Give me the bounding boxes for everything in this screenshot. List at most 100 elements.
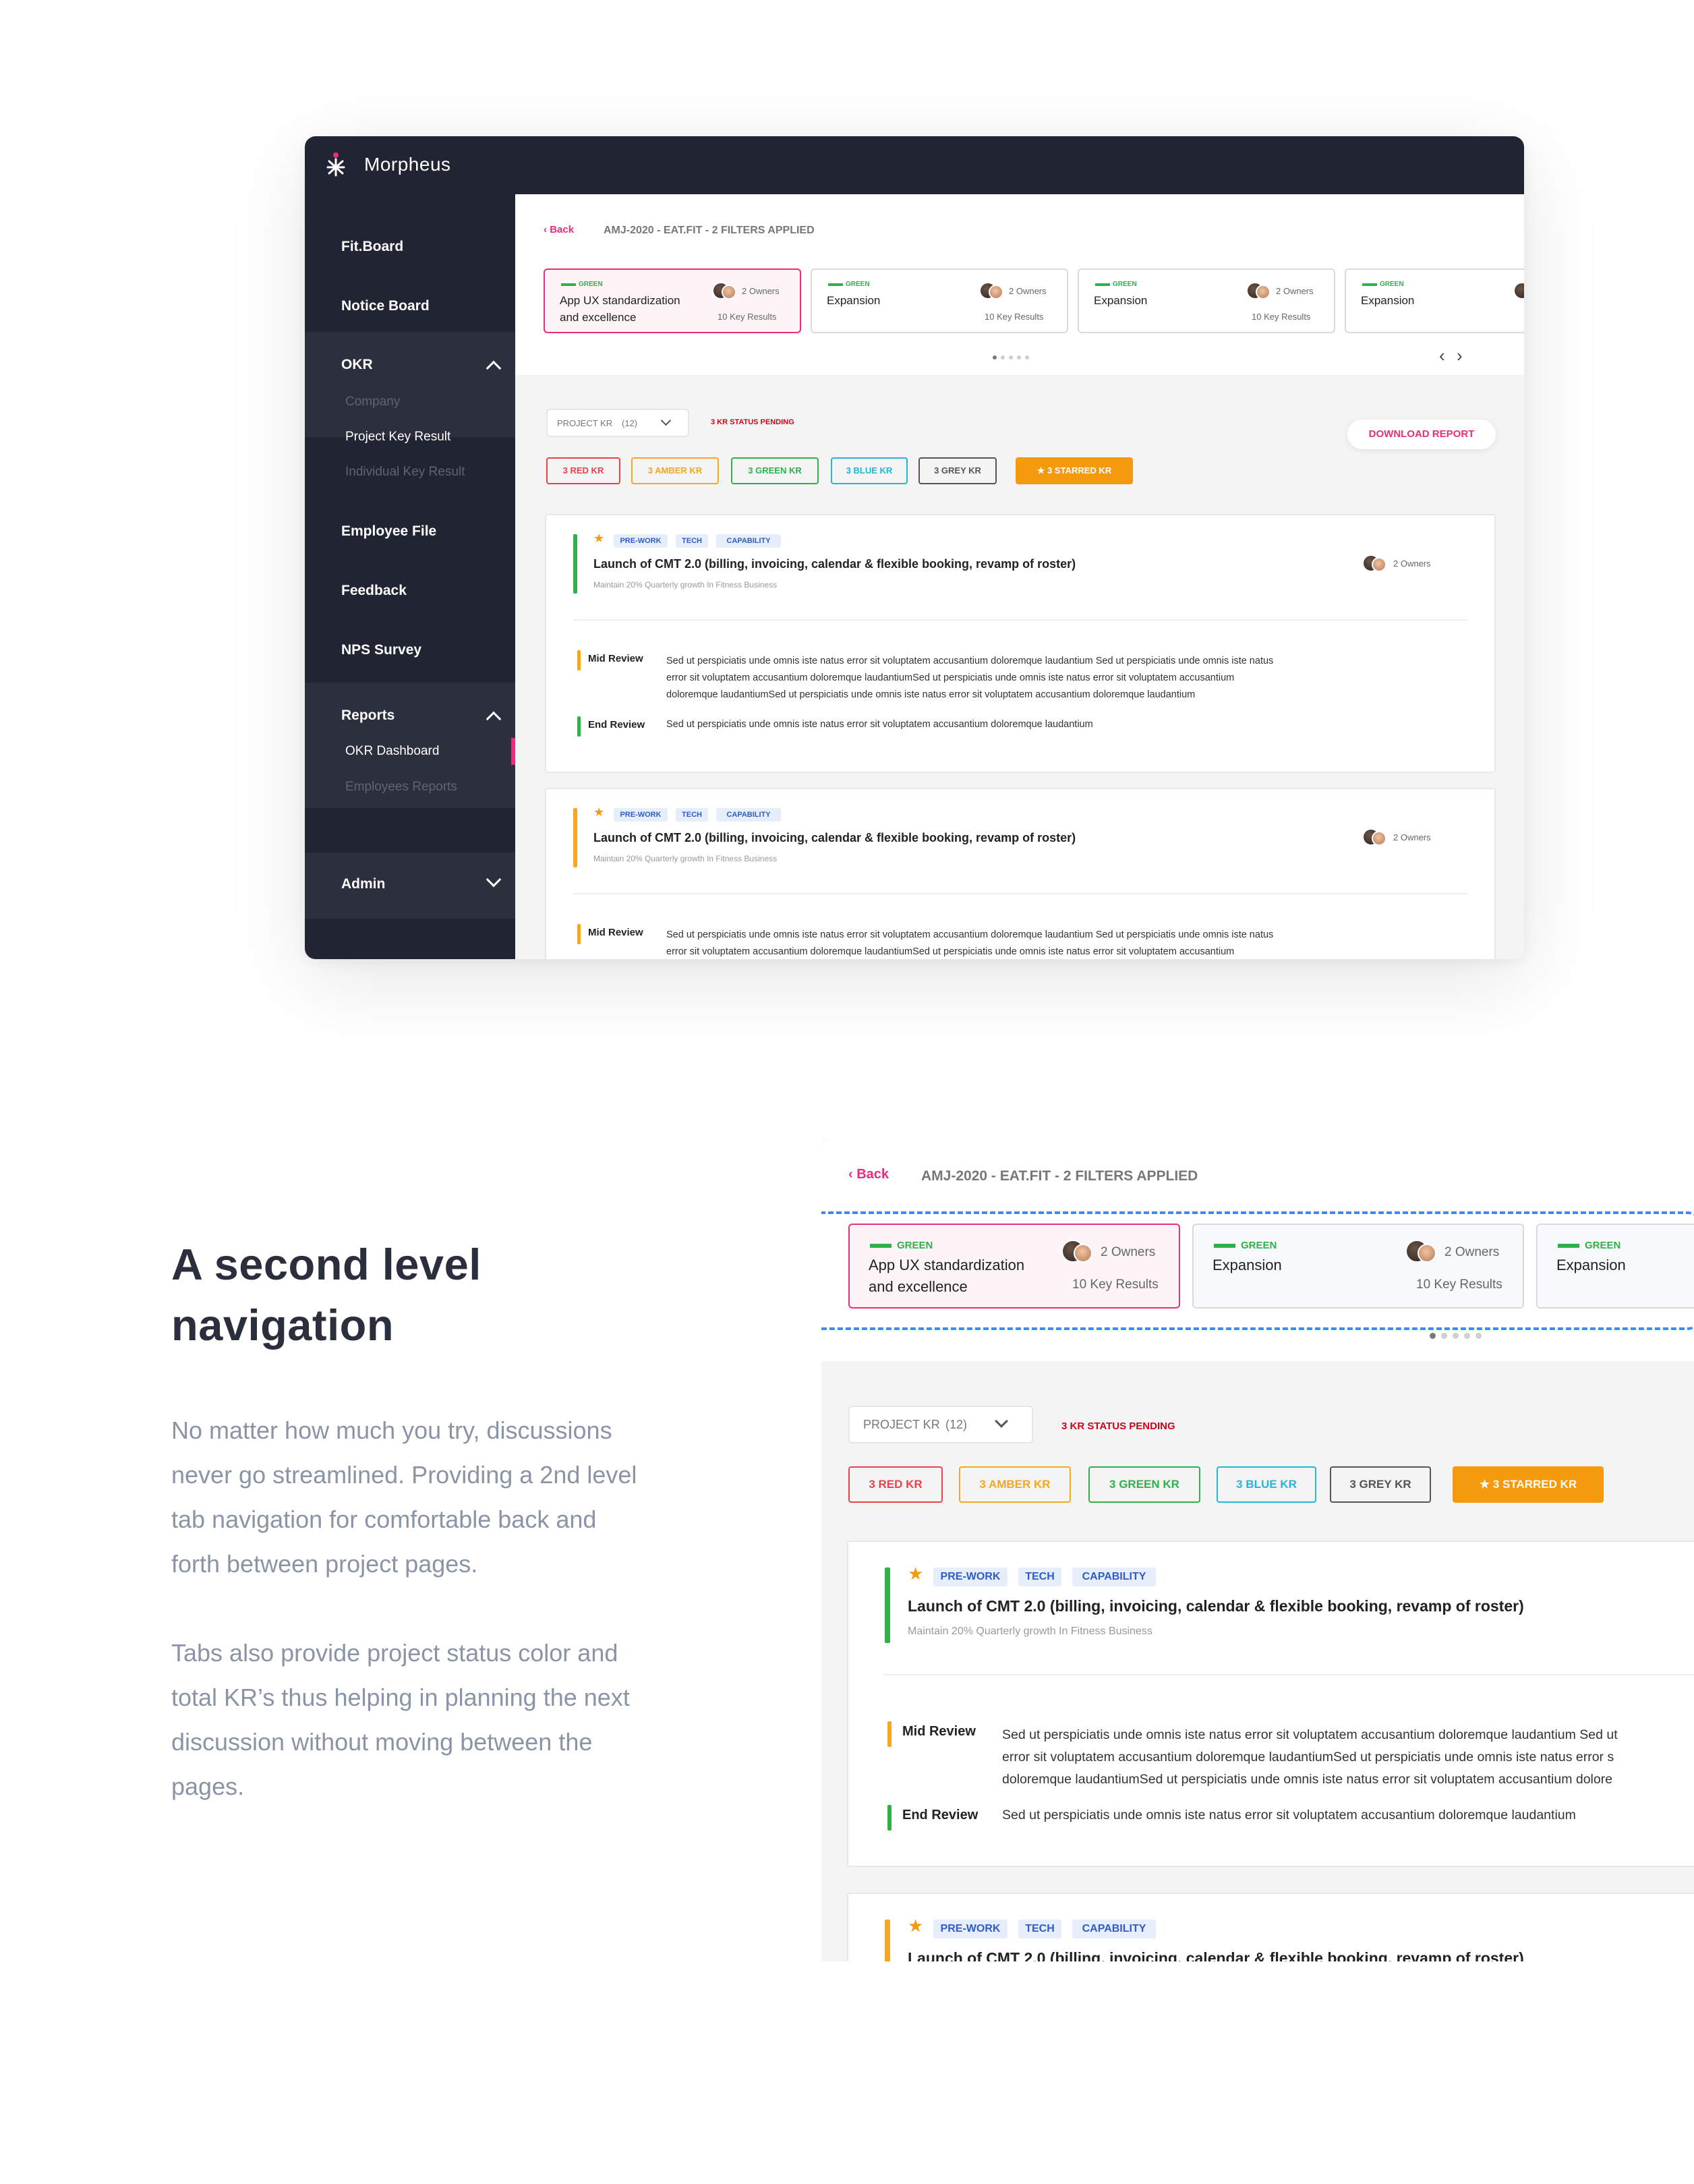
red-kr-filter[interactable]: 3 RED KR [848, 1466, 943, 1503]
project-kr-dropdown[interactable]: PROJECT KR (12) [546, 409, 689, 437]
para-line: tab navigation for comfortable back and [171, 1505, 597, 1533]
owners-count: 2 Owners [1101, 1245, 1156, 1259]
blue-kr-filter[interactable]: 3 BLUE KR [831, 457, 908, 484]
owners-count: 2 Owners [1393, 558, 1431, 569]
title-line: A second level [171, 1240, 481, 1289]
starred-kr-filter[interactable]: ★ 3 STARRED KR [1453, 1466, 1604, 1503]
star-icon: ★ [1036, 465, 1048, 476]
mid-review-bar [887, 1721, 892, 1747]
end-review-label: End Review [902, 1808, 979, 1822]
tag-pre-work: PRE-WORK [933, 1920, 1007, 1938]
text-line: error sit voluptatem accusantium dolorem… [666, 946, 1235, 957]
nav-fitboard[interactable]: Fit.Board [341, 239, 403, 255]
text-line: doloremque laudantiumSed ut perspiciatis… [1002, 1772, 1613, 1787]
project-kr-dropdown[interactable]: PROJECT KR (12) [848, 1406, 1033, 1443]
mid-review-label: Mid Review [588, 653, 643, 664]
key-result-card[interactable]: ★ PRE-WORK TECH CAPABILITY Launch of CMT… [847, 1893, 1694, 1961]
back-link[interactable]: ‹ Back [544, 224, 574, 235]
grey-kr-filter[interactable]: 3 GREY KR [1330, 1466, 1431, 1503]
para-line: No matter how much you try, discussions [171, 1416, 612, 1444]
project-tab[interactable]: GREEN Expansion 2 Owners 10 Key Results [1078, 268, 1335, 333]
back-link[interactable]: ‹ Back [848, 1167, 889, 1182]
project-tab[interactable]: GREEN App UX standardization and excellen… [848, 1224, 1180, 1309]
kr-status-bar [573, 808, 577, 867]
kr-title: Launch of CMT 2.0 (billing, invoicing, c… [908, 1949, 1524, 1961]
grey-kr-filter[interactable]: 3 GREY KR [918, 457, 997, 484]
next-arrow-icon[interactable]: › [1457, 345, 1463, 366]
nav-okr-company[interactable]: Company [345, 395, 400, 409]
nav-okr-individual-key-result[interactable]: Individual Key Result [345, 465, 465, 480]
nav-okr-project-key-result[interactable]: Project Key Result [345, 430, 450, 444]
project-tab[interactable]: GREEN Expansion [1345, 268, 1524, 333]
star-icon[interactable]: ★ [593, 805, 604, 820]
key-results-count: 10 Key Results [1252, 312, 1311, 322]
star-icon[interactable]: ★ [593, 531, 604, 546]
blue-kr-filter[interactable]: 3 BLUE KR [1217, 1466, 1316, 1503]
tab-name: Expansion [1094, 294, 1148, 307]
status-bar [870, 1244, 892, 1248]
key-result-card[interactable]: ★ PRE-WORK TECH CAPABILITY Launch of CMT… [545, 514, 1496, 773]
project-tab[interactable]: GREEN Expansion 2 Owners 10 Key Results [811, 268, 1068, 333]
green-kr-filter[interactable]: 3 GREEN KR [731, 457, 819, 484]
para-line: total KR’s thus helping in planning the … [171, 1684, 630, 1711]
tag-tech: TECH [676, 534, 708, 548]
nav-reports[interactable]: Reports [341, 708, 395, 724]
morpheus-logo-icon [326, 152, 345, 177]
tag-pre-work: PRE-WORK [933, 1568, 1007, 1586]
star-icon[interactable]: ★ [908, 1563, 923, 1584]
kr-status-pending: 3 KR STATUS PENDING [711, 418, 794, 426]
para-line: pages. [171, 1773, 245, 1800]
starred-kr-label: 3 STARRED KR [1047, 465, 1112, 476]
nav-employees-reports[interactable]: Employees Reports [345, 780, 457, 795]
breadcrumb: AMJ-2020 - EAT.FIT - 2 FILTERS APPLIED [921, 1168, 1198, 1184]
prev-arrow-icon[interactable]: ‹ [1439, 345, 1445, 366]
green-kr-filter[interactable]: 3 GREEN KR [1088, 1466, 1200, 1503]
end-review-text: Sed ut perspiciatis unde omnis iste natu… [1002, 1808, 1576, 1822]
tab-name: Expansion [827, 294, 881, 307]
tab-name: App UX standardization and excellence [869, 1255, 1024, 1298]
download-report-button[interactable]: DOWNLOAD REPORT [1347, 420, 1496, 449]
nav-okr-dashboard[interactable]: OKR Dashboard [345, 744, 439, 759]
end-review-text: Sed ut perspiciatis unde omnis iste natu… [666, 719, 1093, 730]
project-tab[interactable]: GREEN App UX standardization and excellen… [544, 268, 801, 333]
status-bar [828, 283, 843, 286]
kr-status-bar [885, 1568, 890, 1643]
nav-admin[interactable]: Admin [341, 876, 385, 892]
tag-capability: CAPABILITY [1072, 1568, 1156, 1586]
owner-avatar [1372, 831, 1386, 846]
red-kr-filter[interactable]: 3 RED KR [546, 457, 620, 484]
mid-review-text: Sed ut perspiciatis unde omnis iste natu… [666, 927, 1273, 959]
status-label: GREEN [846, 281, 870, 288]
text-line: Sed ut perspiciatis unde omnis iste natu… [1002, 1727, 1618, 1742]
tab-name: Expansion [1556, 1257, 1626, 1273]
starred-kr-filter[interactable]: ★ 3 STARRED KR [1016, 457, 1133, 484]
key-results-count: 10 Key Results [1072, 1277, 1159, 1292]
amber-kr-filter[interactable]: 3 AMBER KR [959, 1466, 1071, 1503]
star-icon[interactable]: ★ [908, 1916, 923, 1936]
key-results-count: 10 Key Results [1416, 1277, 1502, 1292]
amber-kr-filter[interactable]: 3 AMBER KR [631, 457, 719, 484]
mid-review-label: Mid Review [902, 1724, 976, 1739]
text-line: Sed ut perspiciatis unde omnis iste natu… [666, 656, 1274, 666]
kr-subtitle: Maintain 20% Quarterly growth In Fitness… [593, 854, 778, 863]
nav-employee-file[interactable]: Employee File [341, 523, 436, 540]
sidebar: Fit.Board Notice Board OKR Company Proje… [305, 194, 515, 959]
nav-okr[interactable]: OKR [341, 357, 373, 373]
status-bar [1362, 283, 1377, 286]
mid-review-text: Sed ut perspiciatis unde omnis iste natu… [1002, 1724, 1618, 1791]
key-result-card[interactable]: ★ PRE-WORK TECH CAPABILITY Launch of CMT… [847, 1541, 1694, 1867]
project-tab[interactable]: GREEN Expansion [1536, 1224, 1694, 1309]
project-tab[interactable]: GREEN Expansion 2 Owners 10 Key Results [1192, 1224, 1524, 1309]
kr-status-bar [573, 534, 577, 594]
nav-nps-survey[interactable]: NPS Survey [341, 642, 421, 658]
owner-avatar [722, 285, 736, 299]
divider [883, 1674, 1694, 1675]
title-line: navigation [171, 1300, 395, 1350]
nav-feedback[interactable]: Feedback [341, 583, 407, 599]
nav-notice-board[interactable]: Notice Board [341, 298, 430, 314]
key-result-card[interactable]: ★ PRE-WORK TECH CAPABILITY Launch of CMT… [545, 788, 1496, 959]
end-review-label: End Review [588, 719, 645, 730]
dropdown-label: PROJECT KR [557, 418, 613, 428]
owners-count: 2 Owners [1444, 1245, 1500, 1259]
tab-name: Expansion [1361, 294, 1415, 307]
